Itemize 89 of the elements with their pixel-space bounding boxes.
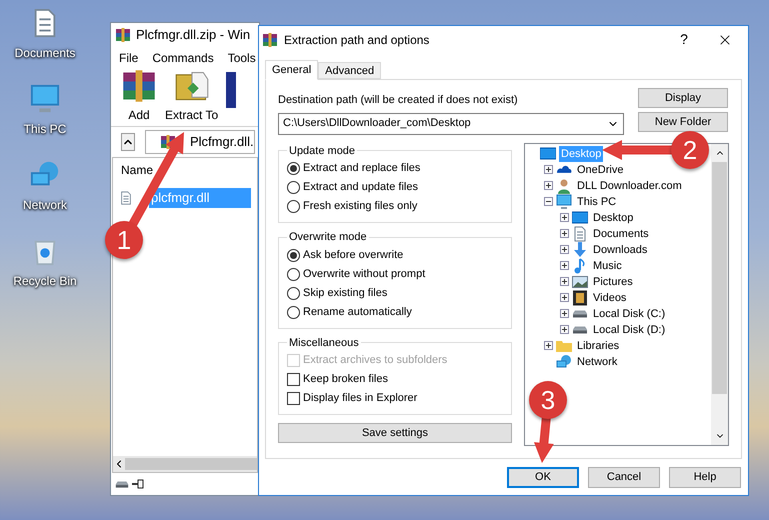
menu-item[interactable]: Commands [152,49,214,67]
up-folder-button[interactable] [121,133,135,151]
side-button[interactable]: Display [638,88,728,108]
expand-toggle[interactable] [560,229,569,238]
expand-toggle[interactable] [560,293,569,302]
collapse-toggle[interactable] [544,197,553,206]
tree-item[interactable]: Libraries [575,338,622,354]
tree-item[interactable]: Local Disk (C:) [591,306,668,322]
group-title: Overwrite mode [288,230,368,245]
dialog-button[interactable]: OK [507,467,579,488]
download-arrow-icon [572,242,588,258]
drive-icon [572,310,588,318]
expand-toggle[interactable] [544,341,553,350]
tree-item[interactable]: Pictures [591,274,635,290]
dialog-button[interactable]: Help [669,467,741,488]
tree-item[interactable]: Documents [591,226,651,242]
tree-item[interactable]: Downloads [591,242,650,258]
network-icon [556,354,572,370]
document-icon [572,226,588,242]
option-label: Display files in Explorer [303,391,418,406]
toolbar-button[interactable]: Extract To [165,68,218,124]
option-label: Keep broken files [303,372,388,388]
horizontal-scrollbar[interactable] [113,456,257,472]
archive-books-icon [262,32,278,48]
drive-icon [572,326,588,334]
radio-button[interactable] [287,181,300,194]
menu-item[interactable]: Tools [228,49,256,67]
dialog-button[interactable]: Cancel [588,467,660,488]
help-button[interactable]: ? [669,29,699,50]
option-label: Extract and replace files [303,161,420,176]
menu-item[interactable]: File [119,49,138,67]
document-icon [119,190,133,205]
user-icon [556,178,572,194]
radio-button[interactable] [287,248,300,262]
radio-button[interactable] [287,162,300,175]
option-label: Fresh existing files only [303,199,418,214]
option-label: Extract archives to subfolders [303,353,448,368]
image-icon [572,274,588,290]
monitor-icon [572,210,588,226]
option-label: Rename automatically [303,304,412,320]
dialog-title: Extraction path and options [284,32,430,48]
expand-toggle[interactable] [560,213,569,222]
expand-toggle[interactable] [560,277,569,286]
tree-item[interactable]: DLL Downloader.com [575,178,684,194]
archive-books-icon [121,68,157,104]
tree-item[interactable]: Network [575,354,620,370]
tree-item[interactable]: This PC [575,194,618,210]
window-title: Plcfmgr.dll.zip - Win [136,26,250,44]
option-label: Skip existing files [303,286,388,301]
checkbox[interactable] [287,373,300,386]
checkbox[interactable] [287,392,300,405]
computer-icon [556,194,572,210]
radio-button[interactable] [287,200,300,213]
option-label: Extract and update files [303,180,418,196]
destination-path-field[interactable]: C:\Users\DllDownloader_com\Desktop [278,112,624,134]
tree-item[interactable]: Local Disk (D:) [591,322,668,338]
expand-toggle[interactable] [544,165,553,174]
tree-item[interactable]: OneDrive [575,162,626,178]
toolbar-button[interactable]: Add [121,68,157,124]
side-button[interactable]: New Folder [638,112,728,132]
expand-toggle[interactable] [560,245,569,254]
tree-item[interactable]: Videos [591,290,628,306]
vertical-scrollbar[interactable] [711,144,728,444]
radio-button[interactable] [287,268,300,280]
cloud-icon [556,165,572,174]
option-label: Overwrite without prompt [303,266,426,282]
book-icon [226,72,236,108]
archive-books-icon [115,27,131,43]
save-settings-button[interactable]: Save settings [278,423,512,443]
group-title: Miscellaneous [288,336,360,350]
key-icon [132,479,144,489]
film-icon [572,290,588,306]
radio-button[interactable] [287,306,300,318]
drive-icon [115,480,129,488]
field-label: Destination path (will be created if does not exist) [278,93,519,108]
tree-item[interactable]: Desktop [591,210,636,226]
expand-toggle[interactable] [544,181,553,190]
computer-icon [30,84,60,114]
column-header[interactable]: Name [113,158,257,182]
tree-item[interactable]: Music [591,258,624,274]
expand-toggle[interactable] [560,325,569,334]
tab[interactable]: General [265,60,318,80]
tab[interactable]: Advanced [318,62,382,79]
group-title: Update mode [288,144,356,158]
monitor-icon [540,146,556,162]
option-label: Ask before overwrite [303,248,404,263]
radio-button[interactable] [287,286,300,300]
expand-toggle[interactable] [560,261,569,270]
expand-toggle[interactable] [560,309,569,318]
